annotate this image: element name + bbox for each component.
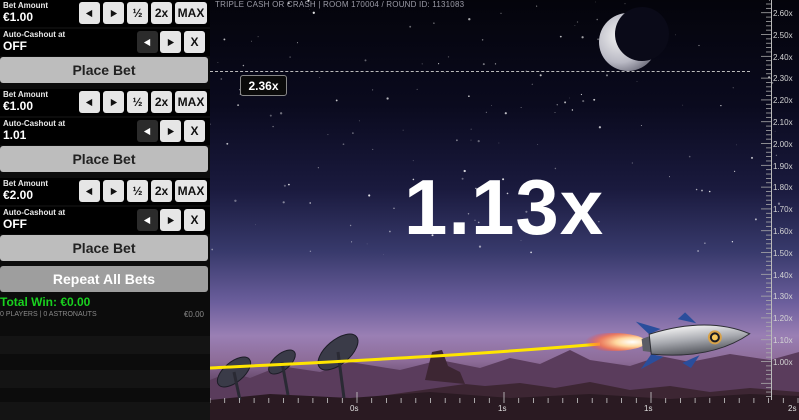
y-tick-label: 1.90x bbox=[773, 161, 793, 171]
clear-cashout-button[interactable]: X bbox=[184, 120, 205, 142]
target-line bbox=[210, 71, 750, 72]
y-tick-label: 2.10x bbox=[773, 118, 793, 127]
triangle-right-icon bbox=[167, 216, 175, 224]
auto-cashout-value[interactable]: OFF bbox=[3, 39, 27, 53]
increase-cashout-button[interactable] bbox=[160, 120, 181, 142]
decrease-cashout-button[interactable] bbox=[137, 209, 158, 231]
y-tick-label: 2.50x bbox=[773, 30, 793, 40]
auto-cashout-value[interactable]: OFF bbox=[3, 217, 27, 231]
bet-amount-label: Bet Amount bbox=[3, 179, 49, 188]
triangle-left-icon bbox=[85, 187, 93, 195]
half-button[interactable]: ½ bbox=[127, 2, 148, 24]
list-item bbox=[0, 370, 210, 388]
bet-amount-value[interactable]: €1.00 bbox=[3, 99, 33, 113]
bet-amount-value[interactable]: €1.00 bbox=[3, 10, 33, 24]
triangle-left-icon bbox=[85, 98, 93, 106]
y-tick-label: 2.20x bbox=[773, 96, 793, 106]
auto-cashout-row-3: Auto-Cashout at OFF X bbox=[0, 207, 210, 234]
max-button[interactable]: MAX bbox=[175, 2, 207, 24]
place-bet-button-3[interactable]: Place Bet bbox=[0, 235, 208, 261]
players-count: 0 PLAYERS | 0 ASTRONAUTS bbox=[0, 311, 97, 318]
rocket-flame bbox=[578, 333, 646, 351]
y-tick-label: 1.00x bbox=[773, 357, 793, 367]
increase-amount-button[interactable] bbox=[103, 2, 124, 24]
y-tick-label: 2.60x bbox=[773, 9, 793, 18]
y-tick-label: 2.40x bbox=[773, 52, 793, 62]
increase-amount-button[interactable] bbox=[103, 91, 124, 113]
auto-cashout-row-2: Auto-Cashout at 1.01 X bbox=[0, 118, 210, 145]
game-header: TRIPLE CASH OR CRASH | ROOM 170004 / ROU… bbox=[215, 0, 465, 9]
increase-cashout-button[interactable] bbox=[160, 209, 181, 231]
triangle-right-icon bbox=[167, 38, 175, 46]
max-button[interactable]: MAX bbox=[175, 91, 207, 113]
auto-cashout-label: Auto-Cashout at bbox=[3, 208, 66, 217]
clear-cashout-button[interactable]: X bbox=[184, 209, 205, 231]
bet-amount-label: Bet Amount bbox=[3, 90, 49, 99]
y-tick-label: 1.30x bbox=[773, 292, 793, 302]
game-canvas: TRIPLE CASH OR CRASH | ROOM 170004 / ROU… bbox=[210, 0, 799, 420]
decrease-cashout-button[interactable] bbox=[137, 120, 158, 142]
y-tick-label: 1.80x bbox=[773, 183, 793, 193]
half-button[interactable]: ½ bbox=[127, 91, 148, 113]
place-bet-button-2[interactable]: Place Bet bbox=[0, 146, 208, 172]
triangle-left-icon bbox=[85, 9, 93, 17]
current-multiplier: 1.13x bbox=[404, 163, 605, 251]
double-button[interactable]: 2x bbox=[151, 180, 172, 202]
x-axis-ticks bbox=[210, 392, 799, 403]
half-button[interactable]: ½ bbox=[127, 180, 148, 202]
max-button[interactable]: MAX bbox=[175, 180, 207, 202]
decrease-amount-button[interactable] bbox=[79, 2, 100, 24]
triangle-left-icon bbox=[143, 38, 151, 46]
double-button[interactable]: 2x bbox=[151, 2, 172, 24]
triangle-right-icon bbox=[110, 98, 118, 106]
total-win: Total Win: €0.00 bbox=[0, 295, 91, 309]
list-item bbox=[0, 336, 210, 354]
place-bet-button-1[interactable]: Place Bet bbox=[0, 57, 208, 83]
y-tick-label: 1.40x bbox=[773, 270, 793, 280]
target-tag: 2.36x bbox=[240, 75, 287, 96]
triangle-right-icon bbox=[110, 9, 118, 17]
y-tick-label: 1.10x bbox=[773, 336, 793, 345]
bet-panel: Bet Amount €1.00 ½ 2x MAX Auto-Cashout a… bbox=[0, 0, 210, 420]
y-tick-label: 1.60x bbox=[773, 227, 793, 236]
clear-cashout-button[interactable]: X bbox=[184, 31, 205, 53]
list-item bbox=[0, 402, 210, 420]
auto-cashout-label: Auto-Cashout at bbox=[3, 119, 66, 128]
moon-icon bbox=[599, 7, 669, 71]
triangle-left-icon bbox=[143, 127, 151, 135]
bet-amount-row-1: Bet Amount €1.00 ½ 2x MAX bbox=[0, 0, 210, 27]
y-tick-label: 1.70x bbox=[773, 205, 793, 215]
bet-amount-label: Bet Amount bbox=[3, 1, 49, 10]
double-button[interactable]: 2x bbox=[151, 91, 172, 113]
triangle-right-icon bbox=[167, 127, 175, 135]
increase-cashout-button[interactable] bbox=[160, 31, 181, 53]
auto-cashout-value[interactable]: 1.01 bbox=[3, 128, 26, 142]
y-tick-label: 1.50x bbox=[773, 248, 793, 258]
decrease-cashout-button[interactable] bbox=[137, 31, 158, 53]
auto-cashout-label: Auto-Cashout at bbox=[3, 30, 66, 39]
auto-cashout-row-1: Auto-Cashout at OFF X bbox=[0, 29, 210, 56]
players-amount: €0.00 bbox=[183, 310, 204, 319]
decrease-amount-button[interactable] bbox=[79, 180, 100, 202]
triangle-left-icon bbox=[143, 216, 151, 224]
y-tick-label: 2.30x bbox=[773, 74, 793, 84]
increase-amount-button[interactable] bbox=[103, 180, 124, 202]
bet-amount-row-3: Bet Amount €2.00 ½ 2x MAX bbox=[0, 178, 210, 205]
y-tick-label: 2.00x bbox=[773, 139, 793, 149]
decrease-amount-button[interactable] bbox=[79, 91, 100, 113]
repeat-all-bets-button[interactable]: Repeat All Bets bbox=[0, 266, 208, 292]
y-tick-label: 1.20x bbox=[773, 314, 793, 324]
bet-amount-row-2: Bet Amount €1.00 ½ 2x MAX bbox=[0, 89, 210, 116]
triangle-right-icon bbox=[110, 187, 118, 195]
bet-amount-value[interactable]: €2.00 bbox=[3, 188, 33, 202]
multiplier-axis: 2.60x 2.50x 2.40x 2.30x 2.20x 2.10x 2.00x 1.90x… bbox=[747, 0, 799, 420]
